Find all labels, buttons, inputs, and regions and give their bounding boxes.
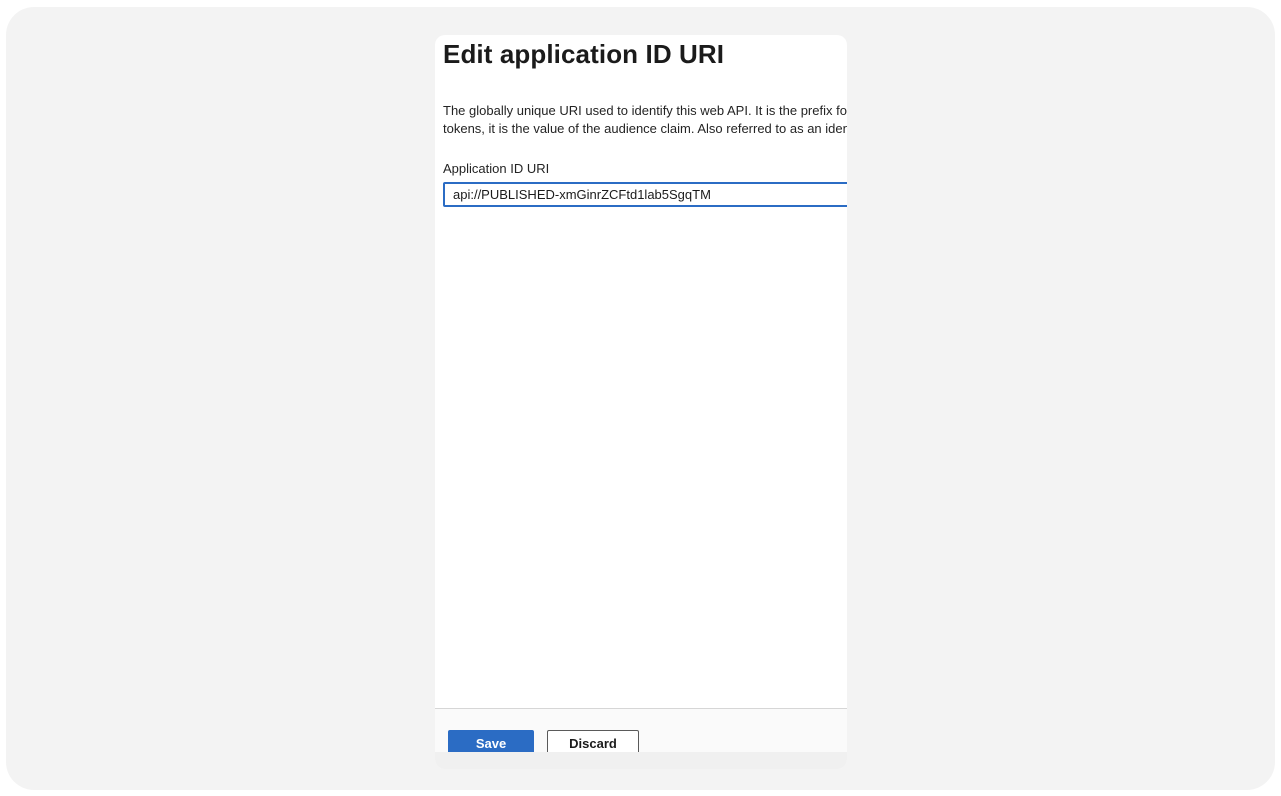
panel-description: The globally unique URI used to identify… [443,102,847,138]
app-id-uri-label: Application ID URI [443,161,550,176]
app-id-uri-input[interactable] [443,182,847,207]
panel-title: Edit application ID URI [443,39,725,69]
footer-band [435,752,847,769]
description-line-1: The globally unique URI used to identify… [443,103,847,118]
panel-footer: Save Discard [435,708,847,769]
edit-app-id-uri-panel: Edit application ID URI The globally uni… [435,35,847,769]
window-frame: Edit application ID URI The globally uni… [6,7,1275,790]
description-line-2: tokens, it is the value of the audience … [443,121,847,136]
